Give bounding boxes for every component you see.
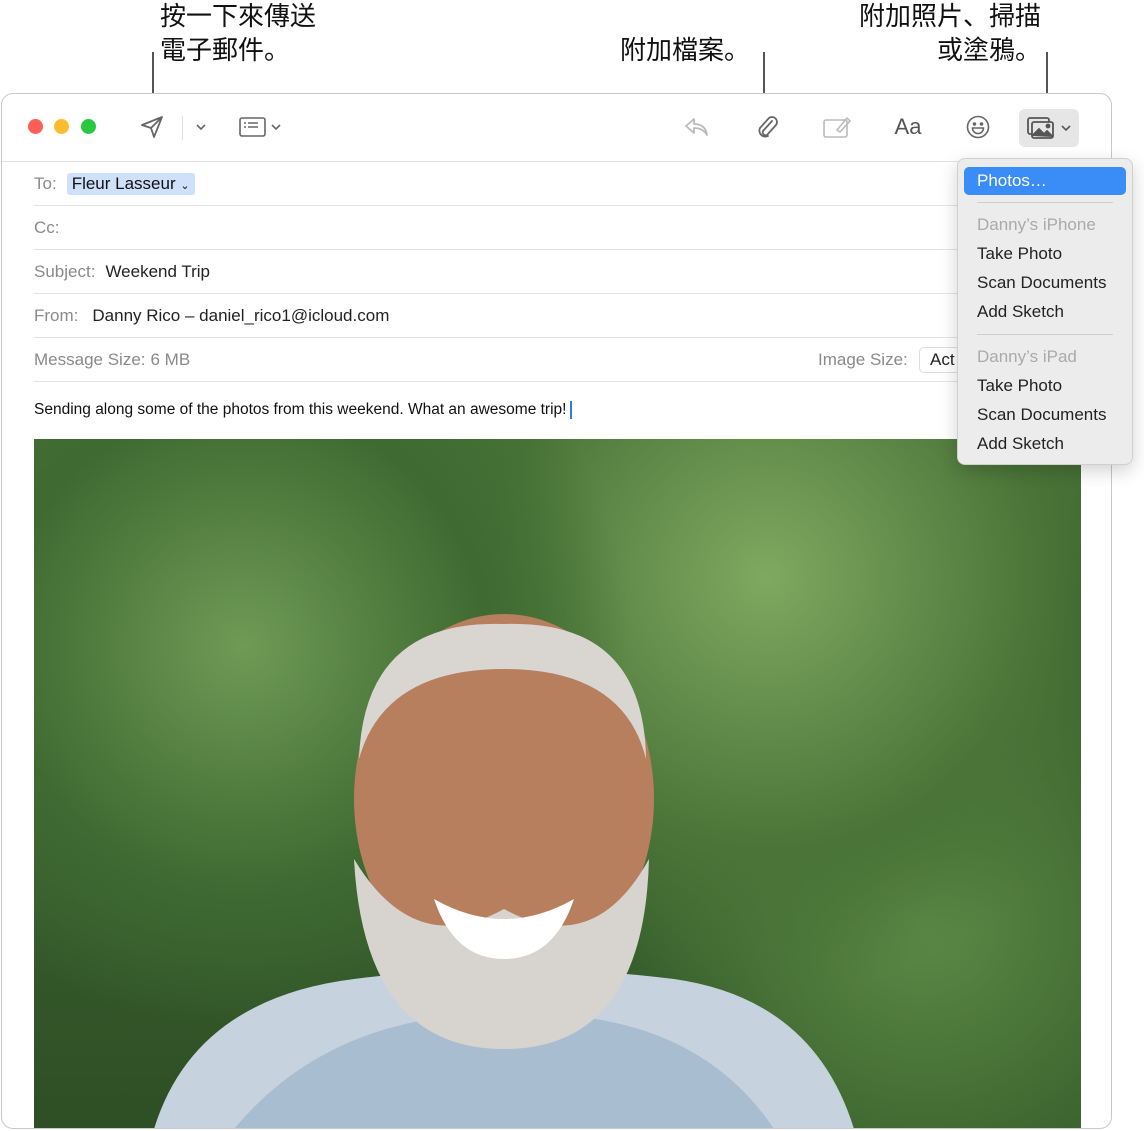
menu-item-iphone-scan-documents[interactable]: Scan Documents (977, 270, 1106, 296)
menu-item-iphone-take-photo[interactable]: Take Photo (977, 241, 1062, 267)
chevron-down-icon (271, 124, 281, 130)
emoji-icon (966, 115, 990, 139)
callout-send-line1: 按一下來傳送 (160, 2, 317, 32)
minimize-button[interactable] (54, 119, 69, 134)
paperclip-icon (758, 116, 778, 138)
menu-header-iphone: Danny’s iPhone (977, 215, 1096, 234)
message-size-label: Message Size: (34, 349, 146, 369)
recipient-name: Fleur Lasseur (71, 173, 176, 193)
to-label: To: (34, 173, 57, 193)
photo-browser-icon (1027, 117, 1054, 139)
chevron-down-icon: ⌄ (180, 179, 190, 192)
menu-separator (977, 202, 1113, 203)
portrait-image (154, 614, 854, 1128)
toolbar: Aa (2, 94, 1111, 162)
photo-browser-button[interactable] (1019, 109, 1079, 147)
page: 按一下來傳送 電子郵件。 附加檔案。 附加照片、掃描 或塗鴉。 Aa To: F… (0, 0, 1144, 1131)
photo-menu: Photos… Danny’s iPhone Take Photo Scan D… (957, 158, 1133, 465)
send-button[interactable] (136, 110, 168, 144)
header-fields-button[interactable] (235, 110, 285, 144)
image-size-label: Image Size: (818, 349, 908, 369)
callout-send-line2: 電子郵件。 (160, 36, 291, 66)
cc-field[interactable]: Cc: (34, 206, 1111, 250)
menu-header-ipad: Danny’s iPad (977, 347, 1077, 366)
menu-separator (977, 334, 1113, 335)
menu-item-photos[interactable]: Photos… (964, 167, 1126, 195)
callout-send: 按一下來傳送 電子郵件。 (160, 0, 316, 68)
message-size-row: Message Size: 6 MB Image Size: Act (34, 338, 1111, 382)
text-cursor (570, 401, 573, 419)
chevron-down-icon (196, 124, 206, 130)
from-value: Danny Rico – daniel_rico1@icloud.com (92, 305, 390, 325)
reply-icon (685, 118, 708, 136)
to-field[interactable]: To: Fleur Lasseur ⌄ (34, 162, 1111, 206)
send-options-button[interactable] (192, 110, 210, 144)
markup-button (820, 110, 854, 144)
message-size-value: 6 MB (150, 349, 191, 369)
subject-field[interactable]: Subject: Weekend Trip (34, 250, 1111, 294)
divider (182, 116, 183, 140)
attach-button[interactable] (750, 110, 784, 144)
recipient-token[interactable]: Fleur Lasseur ⌄ (66, 172, 195, 195)
callout-photo-line2: 或塗鴉。 (936, 36, 1041, 66)
header-fields-icon (239, 117, 266, 137)
callout-attach: 附加檔案。 (620, 36, 751, 66)
menu-item-iphone-add-sketch[interactable]: Add Sketch (977, 299, 1064, 325)
close-button[interactable] (28, 119, 43, 134)
format-button[interactable]: Aa (890, 110, 926, 144)
callout-photo: 附加照片、掃描 或塗鴉。 (859, 0, 1041, 68)
attached-photo[interactable] (34, 439, 1081, 1128)
zoom-button[interactable] (81, 119, 96, 134)
callout-photo-line1: 附加照片、掃描 (858, 2, 1041, 32)
from-label: From: (34, 305, 79, 325)
emoji-button[interactable] (962, 110, 994, 144)
menu-item-ipad-take-photo[interactable]: Take Photo (977, 373, 1062, 399)
cc-label: Cc: (34, 217, 60, 237)
reply-button (680, 110, 714, 144)
subject-label: Subject: (34, 261, 96, 281)
send-icon (141, 116, 163, 138)
markup-icon (823, 116, 851, 138)
message-body[interactable]: Sending along some of the photos from th… (34, 401, 573, 419)
menu-item-ipad-scan-documents[interactable]: Scan Documents (977, 402, 1106, 428)
compose-window: Aa To: Fleur Lasseur ⌄ Cc: Subject: Week… (1, 93, 1112, 1129)
from-field[interactable]: From: Danny Rico – daniel_rico1@icloud.c… (34, 294, 1111, 338)
subject-value: Weekend Trip (105, 261, 211, 281)
chevron-down-icon (1061, 125, 1071, 131)
menu-item-ipad-add-sketch[interactable]: Add Sketch (977, 431, 1064, 457)
body-text: Sending along some of the photos from th… (34, 401, 567, 419)
